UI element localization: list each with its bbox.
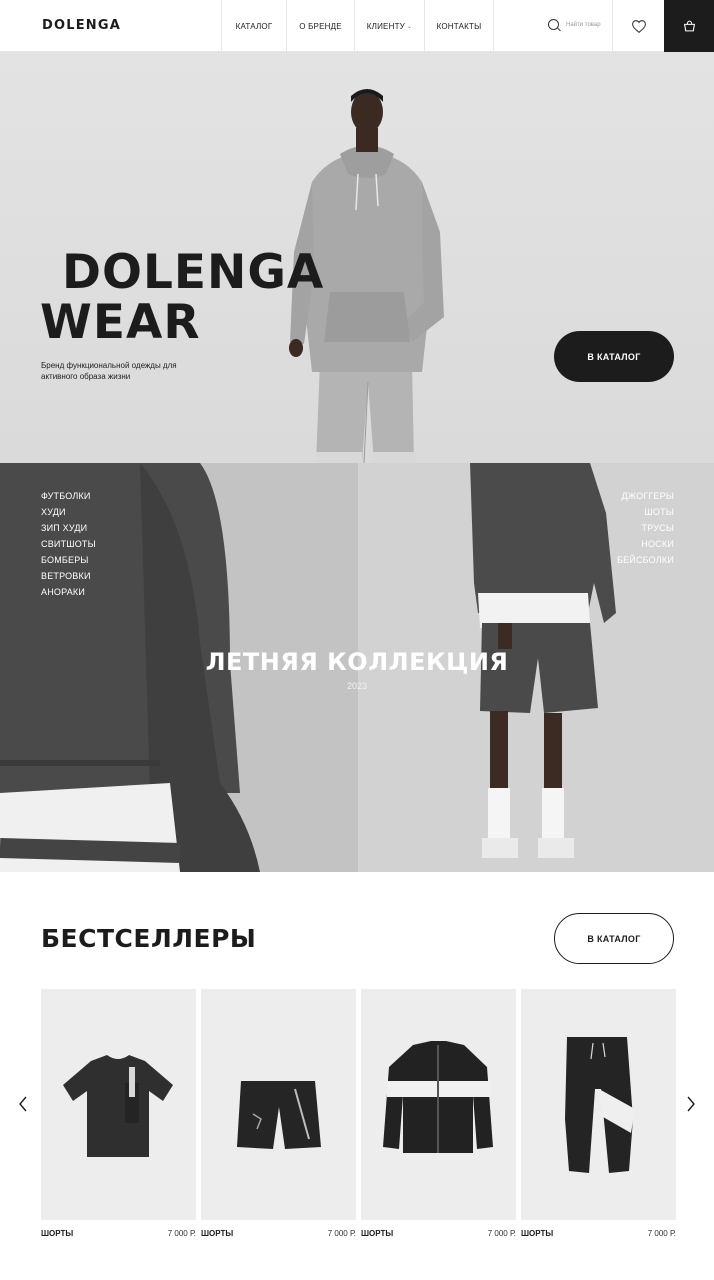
joggers-image [565,1037,635,1173]
category-link[interactable]: СВИТШОТЫ [41,536,96,552]
product-card[interactable]: ШОРТЫ 7 000 Р. [361,989,516,1238]
product-price: 7 000 Р. [327,1229,356,1238]
product-image[interactable] [201,989,356,1220]
category-link[interactable]: ТРУСЫ [617,520,674,536]
chevron-left-icon[interactable] [16,1095,30,1113]
tshirt-image [63,1055,173,1157]
product-meta: ШОРТЫ 7 000 Р. [361,1229,516,1238]
product-image[interactable] [41,989,196,1220]
nav-item-client[interactable]: КЛИЕНТУ ⌄ [354,0,424,52]
hero-catalog-button[interactable]: В КАТАЛОГ [554,331,674,382]
category-link[interactable]: БОМБЕРЫ [41,552,96,568]
nav-item-contacts[interactable]: КОНТАКТЫ [424,0,494,52]
favorites-button[interactable] [612,0,664,52]
search-placeholder[interactable]: Найти товар [566,22,601,28]
search-field[interactable]: Найти товар [548,19,601,30]
category-link[interactable]: АНОРАКИ [41,584,96,600]
category-list-right: ДЖОГГЕРЫ ШОТЫ ТРУСЫ НОСКИ БЕЙСБОЛКИ [617,488,674,568]
collection-year: 2023 [346,681,368,691]
category-link[interactable]: ДЖОГГЕРЫ [617,488,674,504]
product-name[interactable]: ШОРТЫ [521,1229,553,1238]
category-list-left: ФУТБОЛКИ ХУДИ ЗИП ХУДИ СВИТШОТЫ БОМБЕРЫ … [41,488,96,600]
chevron-down-icon: ⌄ [406,23,413,30]
product-price: 7 000 Р. [487,1229,516,1238]
site-header: DOLENGA КАТАЛОГ О БРЕНДЕ КЛИЕНТУ ⌄ КОНТАК… [0,0,714,52]
product-carousel: ШОРТЫ 7 000 Р. ШОРТЫ 7 000 Р. ШОРТЫ 7 00… [41,989,676,1238]
jacket-image [383,1041,493,1153]
product-meta: ШОРТЫ 7 000 Р. [41,1229,196,1238]
hero-title: DOLENGA WEAR [40,248,324,348]
collection-title: ЛЕТНЯЯ КОЛЛЕКЦИЯ [205,648,509,676]
nav-item-about[interactable]: О БРЕНДЕ [286,0,354,52]
category-link[interactable]: ХУДИ [41,504,96,520]
product-price: 7 000 Р. [647,1229,676,1238]
hero-subtitle: Бренд функциональной одежды для активног… [41,361,177,381]
logo[interactable]: DOLENGA [42,18,121,33]
bestsellers-title: БЕСТСЕЛЛЕРЫ [41,924,257,953]
chevron-right-icon[interactable] [684,1095,698,1113]
product-card[interactable]: ШОРТЫ 7 000 Р. [41,989,196,1238]
hero-title-line1: DOLENGA [62,245,325,300]
hero-title-line2: WEAR [40,295,201,350]
product-image[interactable] [521,989,676,1220]
product-name[interactable]: ШОРТЫ [361,1229,393,1238]
search-icon[interactable] [548,19,559,30]
product-name[interactable]: ШОРТЫ [201,1229,233,1238]
summer-collection-banner[interactable]: ФУТБОЛКИ ХУДИ ЗИП ХУДИ СВИТШОТЫ БОМБЕРЫ … [0,463,714,872]
category-link[interactable]: БЕЙСБОЛКИ [617,552,674,568]
nav-label: КЛИЕНТУ [366,21,405,31]
cart-button[interactable] [664,0,714,52]
product-image[interactable] [361,989,516,1220]
category-link[interactable]: ШОТЫ [617,504,674,520]
product-card[interactable]: ШОРТЫ 7 000 Р. [521,989,676,1238]
category-link[interactable]: ЗИП ХУДИ [41,520,96,536]
nav-label: О БРЕНДЕ [299,21,342,31]
category-link[interactable]: ВЕТРОВКИ [41,568,96,584]
bestsellers-catalog-button[interactable]: В КАТАЛОГ [554,913,674,964]
category-link[interactable]: НОСКИ [617,536,674,552]
product-meta: ШОРТЫ 7 000 Р. [201,1229,356,1238]
product-meta: ШОРТЫ 7 000 Р. [521,1229,676,1238]
nav-item-catalog[interactable]: КАТАЛОГ [221,0,286,52]
product-name[interactable]: ШОРТЫ [41,1229,73,1238]
product-price: 7 000 Р. [167,1229,196,1238]
heart-icon [631,19,646,33]
main-nav: КАТАЛОГ О БРЕНДЕ КЛИЕНТУ ⌄ КОНТАКТЫ [221,0,494,52]
category-link[interactable]: ФУТБОЛКИ [41,488,96,504]
hero-banner: DOLENGA WEAR Бренд функциональной одежды… [0,52,714,463]
shorts-image [237,1081,321,1149]
basket-icon [683,20,695,32]
product-card[interactable]: ШОРТЫ 7 000 Р. [201,989,356,1238]
nav-label: КАТАЛОГ [235,21,273,31]
nav-label: КОНТАКТЫ [436,21,482,31]
